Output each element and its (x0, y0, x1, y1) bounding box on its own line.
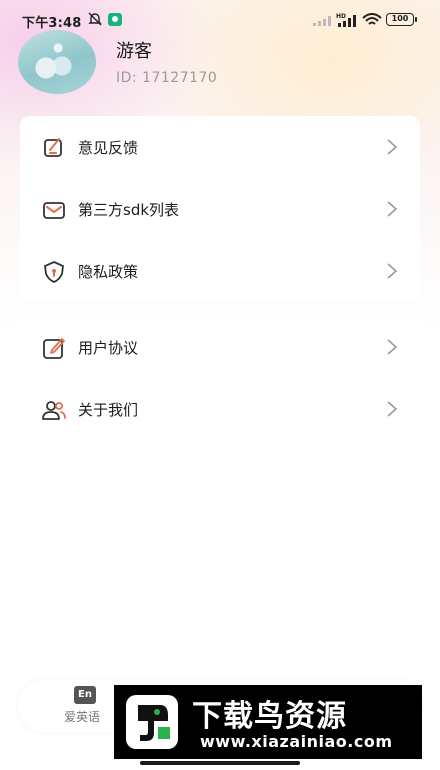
bird-logo-icon (126, 695, 178, 749)
watermark-url: www.xiazainiao.com (200, 732, 393, 751)
shield-icon (44, 261, 64, 283)
menu-item-label: 意见反馈 (78, 139, 139, 157)
menu-item-user-agreement[interactable]: 用户协议 (20, 316, 420, 378)
wifi-icon (362, 13, 382, 25)
chevron-right-icon (387, 401, 398, 417)
status-time: 下午3:48 (22, 16, 82, 31)
menu-item-label: 关于我们 (78, 401, 139, 419)
menu-card-secondary: 用户协议 关于我们 (20, 316, 420, 440)
app-notification-icon (108, 13, 122, 26)
svg-text:HD: HD (336, 13, 346, 20)
en-tab-icon: En (74, 686, 96, 704)
watermark-banner: 下载鸟资源 www.xiazainiao.com (114, 685, 422, 759)
bell-muted-icon (88, 12, 102, 26)
menu-item-about-us[interactable]: 关于我们 (20, 378, 420, 440)
users-icon (42, 401, 66, 420)
username: 游客 (116, 41, 152, 62)
menu-item-label: 隐私政策 (78, 263, 139, 281)
chevron-right-icon (387, 339, 398, 355)
hd-signal-icon: HD (336, 13, 356, 27)
chevron-right-icon (387, 201, 398, 217)
avatar[interactable] (18, 30, 96, 94)
menu-item-label: 用户协议 (78, 339, 139, 357)
feedback-icon (44, 138, 62, 157)
watermark-title: 下载鸟资源 (192, 699, 347, 734)
menu-item-privacy-policy[interactable]: 隐私政策 (20, 240, 420, 302)
chevron-right-icon (387, 263, 398, 279)
mail-icon (43, 202, 65, 219)
user-id: ID: 17127170 (116, 70, 218, 86)
menu-item-sdk-list[interactable]: 第三方sdk列表 (20, 178, 420, 240)
edit-icon (43, 338, 65, 359)
chevron-right-icon (387, 139, 398, 155)
battery-icon: 100 (386, 13, 417, 26)
tab-label: 爱英语 (64, 710, 101, 724)
menu-card-primary: 意见反馈 第三方sdk列表 隐私政策 (20, 116, 420, 300)
signal-icon (313, 16, 331, 26)
menu-item-label: 第三方sdk列表 (78, 201, 180, 219)
menu-item-feedback[interactable]: 意见反馈 (20, 116, 420, 178)
home-indicator[interactable] (140, 761, 300, 765)
